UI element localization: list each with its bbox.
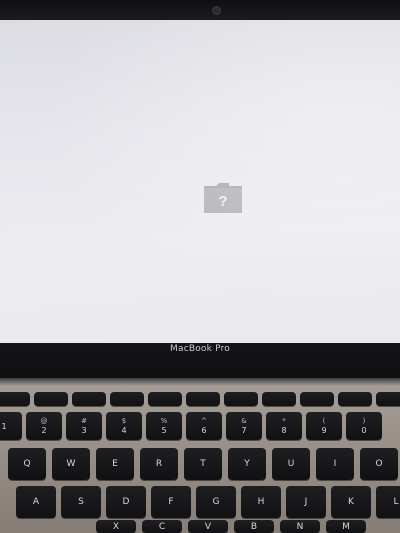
key-v[interactable]: V [188,520,228,533]
function-key-10[interactable] [376,392,400,406]
key-t[interactable]: T [184,448,222,480]
function-key-0[interactable] [0,392,30,406]
function-key-5[interactable] [186,392,220,406]
key-l[interactable]: L [376,486,400,518]
brand-label: MacBook Pro [170,344,230,354]
key-6-shift-label: ^ [201,417,207,425]
key-3-shift-label: # [81,417,87,425]
key-n[interactable]: N [280,520,320,533]
key-7-label: 7 [241,426,247,435]
key-3[interactable]: #3 [66,412,102,440]
key-8-shift-label: * [282,417,286,425]
key-a[interactable]: A [16,486,56,518]
question-mark: ? [218,193,227,210]
key-y[interactable]: Y [228,448,266,480]
function-key-7[interactable] [262,392,296,406]
key-q[interactable]: Q [8,448,46,480]
key-r[interactable]: R [140,448,178,480]
key-0[interactable]: ) 0 [346,412,382,440]
folder-question-icon: ? [204,183,242,213]
key-u[interactable]: U [272,448,310,480]
key-0-label: 0 [361,426,367,435]
function-key-1[interactable] [34,392,68,406]
key-b[interactable]: B [234,520,274,533]
function-key-6[interactable] [224,392,258,406]
key-7[interactable]: & 7 [226,412,262,440]
function-key-4[interactable] [148,392,182,406]
key-8-label: 8 [281,426,287,435]
key-i[interactable]: I [316,448,354,480]
key-5-shift-label: % [160,417,168,425]
key-m[interactable]: M [326,520,366,533]
key-e[interactable]: E [96,448,134,480]
key-6[interactable]: ^ 6 [186,412,222,440]
key-7-shift-label: & [241,417,247,425]
key-1-label: 1 [1,421,7,431]
key-5[interactable]: % 5 [146,412,182,440]
key-2[interactable]: @2 [26,412,62,440]
key-g[interactable]: G [196,486,236,518]
function-key-9[interactable] [338,392,372,406]
key-4-shift-label: $ [121,417,127,425]
key-4-label: 4 [121,426,127,435]
key-c[interactable]: C [142,520,182,533]
key-8[interactable]: * 8 [266,412,302,440]
key-x[interactable]: X [96,520,136,533]
key-5-label: 5 [161,426,167,435]
key-0-shift-label: ) [362,417,366,425]
key-6-label: 6 [201,426,207,435]
key-j[interactable]: J [286,486,326,518]
key-k[interactable]: K [331,486,371,518]
key-3-label: 3 [81,426,87,435]
key-1[interactable]: 1 [0,412,22,440]
laptop-screen: ? [0,20,400,345]
camera-icon [212,6,221,15]
function-key-3[interactable] [110,392,144,406]
key-f[interactable]: F [151,486,191,518]
key-9-label: 9 [321,426,327,435]
function-key-2[interactable] [72,392,106,406]
key-9-shift-label: ( [322,417,326,425]
key-d[interactable]: D [106,486,146,518]
key-w[interactable]: W [52,448,90,480]
screen-bezel-top [0,0,400,22]
key-o[interactable]: O [360,448,398,480]
key-2-shift-label: @ [40,417,48,425]
key-s[interactable]: S [61,486,101,518]
key-9[interactable]: (9 [306,412,342,440]
function-key-8[interactable] [300,392,334,406]
key-h[interactable]: H [241,486,281,518]
key-2-label: 2 [41,426,47,435]
key-4[interactable]: $4 [106,412,142,440]
